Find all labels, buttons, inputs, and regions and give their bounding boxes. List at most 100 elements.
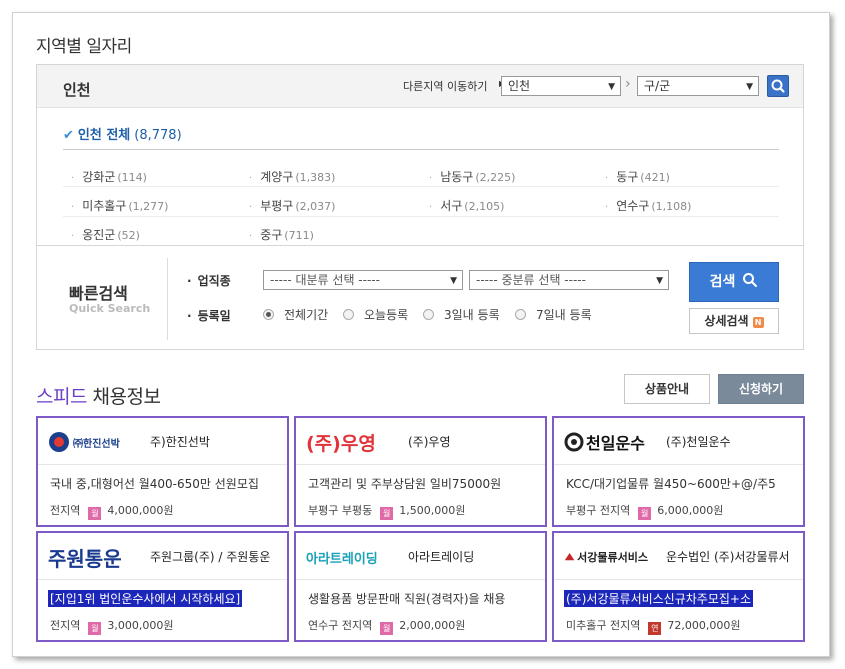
radio-today[interactable]: 오늘등록 <box>343 306 408 323</box>
quick-search-button[interactable]: 검색 <box>689 262 779 302</box>
product-info-button[interactable]: 상품안내 <box>624 374 710 404</box>
job-location: 전지역 <box>50 619 81 632</box>
minor-category-value: ----- 중분류 선택 ----- <box>476 273 586 287</box>
district-item[interactable]: · 옹진군 (52) <box>71 226 140 243</box>
region-all-link[interactable]: ✔ 인천 전체 (8,778) <box>63 124 182 143</box>
district-count: (2,037) <box>295 200 336 213</box>
pay-type-badge: 월 <box>380 507 394 520</box>
company-logo: 아라트레이딩 <box>306 541 390 573</box>
chevron-down-icon: ▼ <box>608 82 615 92</box>
company-logo: (주)우영 <box>306 426 390 458</box>
radio-icon <box>423 309 434 320</box>
job-title: 고객관리 및 주부상담원 일비75000원 <box>308 477 502 491</box>
speed-title-accent: 스피드 <box>36 386 87 408</box>
divider <box>63 149 779 150</box>
job-title: [지입1위 법인운수사에서 시작하세요] <box>48 590 243 607</box>
district-item[interactable]: · 미추홀구 (1,277) <box>71 197 168 214</box>
region-panel: 인천 다른지역 이동하기 ▶ 인천 ▼ › 구/군 ▼ ✔인천 전체(8,778… <box>36 64 804 350</box>
speed-title-rest: 채용정보 <box>92 386 161 408</box>
divider <box>63 186 779 187</box>
company-name: (주)천일운수 <box>666 435 731 449</box>
city-select[interactable]: 인천 ▼ <box>501 76 621 96</box>
district-name: 중구 <box>260 228 283 242</box>
job-card[interactable]: 아라트레이딩 아라트레이딩 생활용품 방문판매 직원(경력자)을 채용 연수구 … <box>294 531 547 642</box>
quick-search-title: 빠른검색 <box>69 284 128 303</box>
divider <box>296 464 545 465</box>
search-icon <box>771 79 785 93</box>
speed-section-title: 스피드 채용정보 <box>36 382 161 409</box>
job-title: (주)서강물류서비스신규차주모집+소 <box>564 590 754 607</box>
logo-emblem-icon <box>49 432 69 452</box>
radio-7days[interactable]: 7일내 등록 <box>515 306 592 323</box>
chevron-right-icon: › <box>625 76 631 92</box>
detail-search-label: 상세검색 <box>704 314 749 328</box>
chevron-down-icon: ▼ <box>746 82 753 92</box>
company-logo: 천일운수 <box>564 426 648 458</box>
apply-button[interactable]: 신청하기 <box>718 374 804 404</box>
radio-all-period[interactable]: 전체기간 <box>263 306 328 323</box>
section-title: 지역별 일자리 <box>36 37 132 57</box>
logo-text: 주원통운 <box>48 546 122 571</box>
minor-category-select[interactable]: ----- 중분류 선택 ----- ▼ <box>469 270 669 290</box>
region-search-button[interactable] <box>767 75 789 97</box>
pay-amount: 2,000,000원 <box>399 619 466 632</box>
job-location: 연수구 전지역 <box>308 619 373 632</box>
job-card[interactable]: 천일운수 (주)천일운수 KCC/대기업물류 월450~600만+@/주5 부평… <box>552 416 805 527</box>
job-location: 부평구 전지역 <box>566 504 631 517</box>
district-select[interactable]: 구/군 ▼ <box>637 76 759 96</box>
district-name: 동구 <box>616 170 639 184</box>
radio-icon <box>515 309 526 320</box>
district-count: (1,383) <box>295 171 336 184</box>
district-item[interactable]: · 남동구 (2,225) <box>429 168 515 185</box>
radio-3days[interactable]: 3일내 등록 <box>423 306 500 323</box>
district-item[interactable]: · 연수구 (1,108) <box>605 197 691 214</box>
region-name: 인천 <box>63 81 91 99</box>
job-card[interactable]: 서강물류서비스 운수법인 (주)서강물류서 (주)서강물류서비스신규차주모집+소… <box>552 531 805 642</box>
job-card[interactable]: (주)우영 (주)우영 고객관리 및 주부상담원 일비75000원 부평구 부평… <box>294 416 547 527</box>
region-all-count: (8,778) <box>134 128 182 143</box>
pay-type-badge: 월 <box>638 507 652 520</box>
job-label: · 업직종 <box>187 274 231 288</box>
job-card[interactable]: 주원통운 주원그룹(주) / 주원통운 [지입1위 법인운수사에서 시작하세요]… <box>36 531 289 642</box>
logo-emblem-icon <box>564 553 575 561</box>
district-count: (1,277) <box>128 200 169 213</box>
district-item[interactable]: · 중구 (711) <box>249 226 314 243</box>
radio-label: 3일내 등록 <box>444 308 500 322</box>
job-card[interactable]: ㈜한진선박 주)한진선박 국내 중,대형어선 월400-650만 선원모집 전지… <box>36 416 289 527</box>
radio-icon <box>343 309 354 320</box>
logo-emblem-icon <box>564 432 584 452</box>
district-list: ✔ 인천 전체 (8,778) · 강화군 (114) · 계양구 (1,383) · 남동구… <box>37 107 803 245</box>
district-count: (1,108) <box>651 200 692 213</box>
move-region-label: 다른지역 이동하기 <box>403 80 488 93</box>
date-label: · 등록일 <box>187 309 231 323</box>
district-name: 옹진군 <box>82 228 116 242</box>
district-name: 남동구 <box>440 170 474 184</box>
district-item[interactable]: · 서구 (2,105) <box>429 197 504 214</box>
district-item[interactable]: · 계양구 (1,383) <box>249 168 335 185</box>
job-label-text: 업직종 <box>197 274 231 288</box>
job-title: KCC/대기업물류 월450~600만+@/주5 <box>566 477 776 491</box>
divider <box>167 258 168 340</box>
pay-amount: 72,000,000원 <box>667 619 741 632</box>
job-meta: 부평구 전지역 월 6,000,000원 <box>566 502 723 520</box>
job-meta: 연수구 전지역 월 2,000,000원 <box>308 617 465 635</box>
search-button-label: 검색 <box>709 274 736 290</box>
region-all-label: 인천 전체 <box>77 128 131 143</box>
detail-search-button[interactable]: 상세검색 N <box>689 308 779 334</box>
district-item[interactable]: · 부평구 (2,037) <box>249 197 335 214</box>
district-name: 연수구 <box>616 199 650 213</box>
radio-label: 오늘등록 <box>364 308 409 322</box>
major-category-select[interactable]: ----- 대분류 선택 ----- ▼ <box>263 270 463 290</box>
job-meta: 부평구 부평동 월 1,500,000원 <box>308 502 465 520</box>
job-title: 국내 중,대형어선 월400-650만 선원모집 <box>50 477 259 491</box>
district-item[interactable]: · 강화군 (114) <box>71 168 147 185</box>
district-item[interactable]: · 동구 (421) <box>605 168 670 185</box>
quick-search-panel: 빠른검색 Quick Search · 업직종 ----- 대분류 선택 ----… <box>37 245 803 349</box>
logo-text: 천일운수 <box>586 434 645 453</box>
company-name: 아라트레이딩 <box>408 550 475 564</box>
job-meta: 전지역 월 3,000,000원 <box>50 617 173 635</box>
company-logo: 주원통운 <box>48 541 132 573</box>
logo-text: ㈜한진선박 <box>73 438 120 450</box>
company-name: 운수법인 (주)서강물류서 <box>666 550 790 564</box>
date-label-text: 등록일 <box>197 309 231 323</box>
